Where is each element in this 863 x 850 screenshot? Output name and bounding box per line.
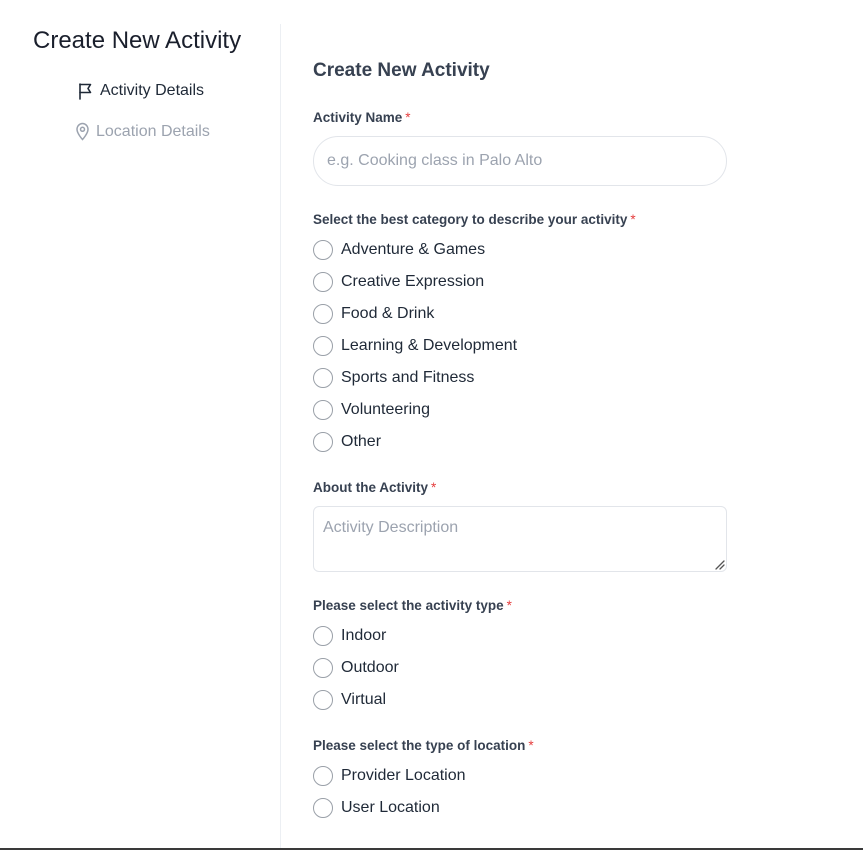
radio-button[interactable] (313, 658, 333, 678)
activity-type-option-label: Indoor (341, 627, 387, 644)
location-type-label: Please select the type of location * (313, 738, 534, 753)
radio-button[interactable] (313, 432, 333, 452)
radio-button[interactable] (313, 240, 333, 260)
category-option-label: Adventure & Games (341, 241, 486, 258)
activity-type-option[interactable]: Indoor (313, 626, 386, 646)
flag-icon (77, 82, 94, 100)
location-type-option[interactable]: User Location (313, 798, 440, 818)
radio-button[interactable] (313, 368, 333, 388)
required-marker: * (431, 480, 437, 495)
about-activity-label: About the Activity * (313, 480, 437, 495)
category-option[interactable]: Other (313, 432, 381, 452)
category-option[interactable]: Food & Drink (313, 304, 434, 324)
activity-type-option-label: Virtual (341, 691, 387, 708)
sidebar-title: Create New Activity (33, 27, 242, 54)
category-option-label: Sports and Fitness (341, 369, 475, 386)
activity-description-textarea[interactable] (313, 506, 727, 572)
sidebar-divider (280, 24, 281, 850)
location-type-option[interactable]: Provider Location (313, 766, 466, 786)
required-marker: * (528, 738, 534, 753)
resize-handle-icon[interactable] (713, 558, 725, 570)
sidebar: Create New Activity Activity Details Loc… (0, 0, 281, 850)
category-option[interactable]: Creative Expression (313, 272, 484, 292)
radio-button[interactable] (313, 400, 333, 420)
radio-button[interactable] (313, 798, 333, 818)
step-location-details[interactable]: Location Details (75, 122, 210, 141)
activity-form: Create New Activity Activity Name* Selec… (313, 0, 833, 850)
category-option-label: Volunteering (341, 401, 430, 418)
category-option[interactable]: Learning & Development (313, 336, 517, 356)
required-marker: * (506, 598, 512, 613)
activity-type-option-label: Outdoor (341, 659, 399, 676)
category-label: Select the best category to describe you… (313, 212, 636, 227)
step-activity-details[interactable]: Activity Details (77, 82, 204, 100)
category-option[interactable]: Volunteering (313, 400, 430, 420)
radio-button[interactable] (313, 272, 333, 292)
category-option[interactable]: Sports and Fitness (313, 368, 474, 388)
about-activity-field (313, 506, 727, 572)
activity-type-label: Please select the activity type * (313, 598, 512, 613)
category-option[interactable]: Adventure & Games (313, 240, 485, 260)
map-pin-icon (75, 122, 90, 141)
category-option-label: Other (341, 433, 382, 450)
radio-button[interactable] (313, 336, 333, 356)
activity-name-input[interactable] (313, 136, 727, 186)
radio-button[interactable] (313, 690, 333, 710)
radio-button[interactable] (313, 766, 333, 786)
activity-type-option[interactable]: Outdoor (313, 658, 399, 678)
location-type-option-label: User Location (341, 799, 440, 816)
activity-name-label: Activity Name * (313, 110, 411, 125)
form-title: Create New Activity (313, 60, 490, 81)
category-option-label: Learning & Development (341, 337, 518, 354)
step-location-details-label: Location Details (96, 122, 210, 140)
required-marker: * (405, 110, 411, 125)
category-option-label: Food & Drink (341, 305, 435, 322)
required-marker: * (630, 212, 636, 227)
category-option-label: Creative Expression (341, 273, 485, 290)
radio-button[interactable] (313, 626, 333, 646)
activity-type-option[interactable]: Virtual (313, 690, 386, 710)
location-type-option-label: Provider Location (341, 767, 466, 784)
step-activity-details-label: Activity Details (100, 82, 205, 99)
radio-button[interactable] (313, 304, 333, 324)
